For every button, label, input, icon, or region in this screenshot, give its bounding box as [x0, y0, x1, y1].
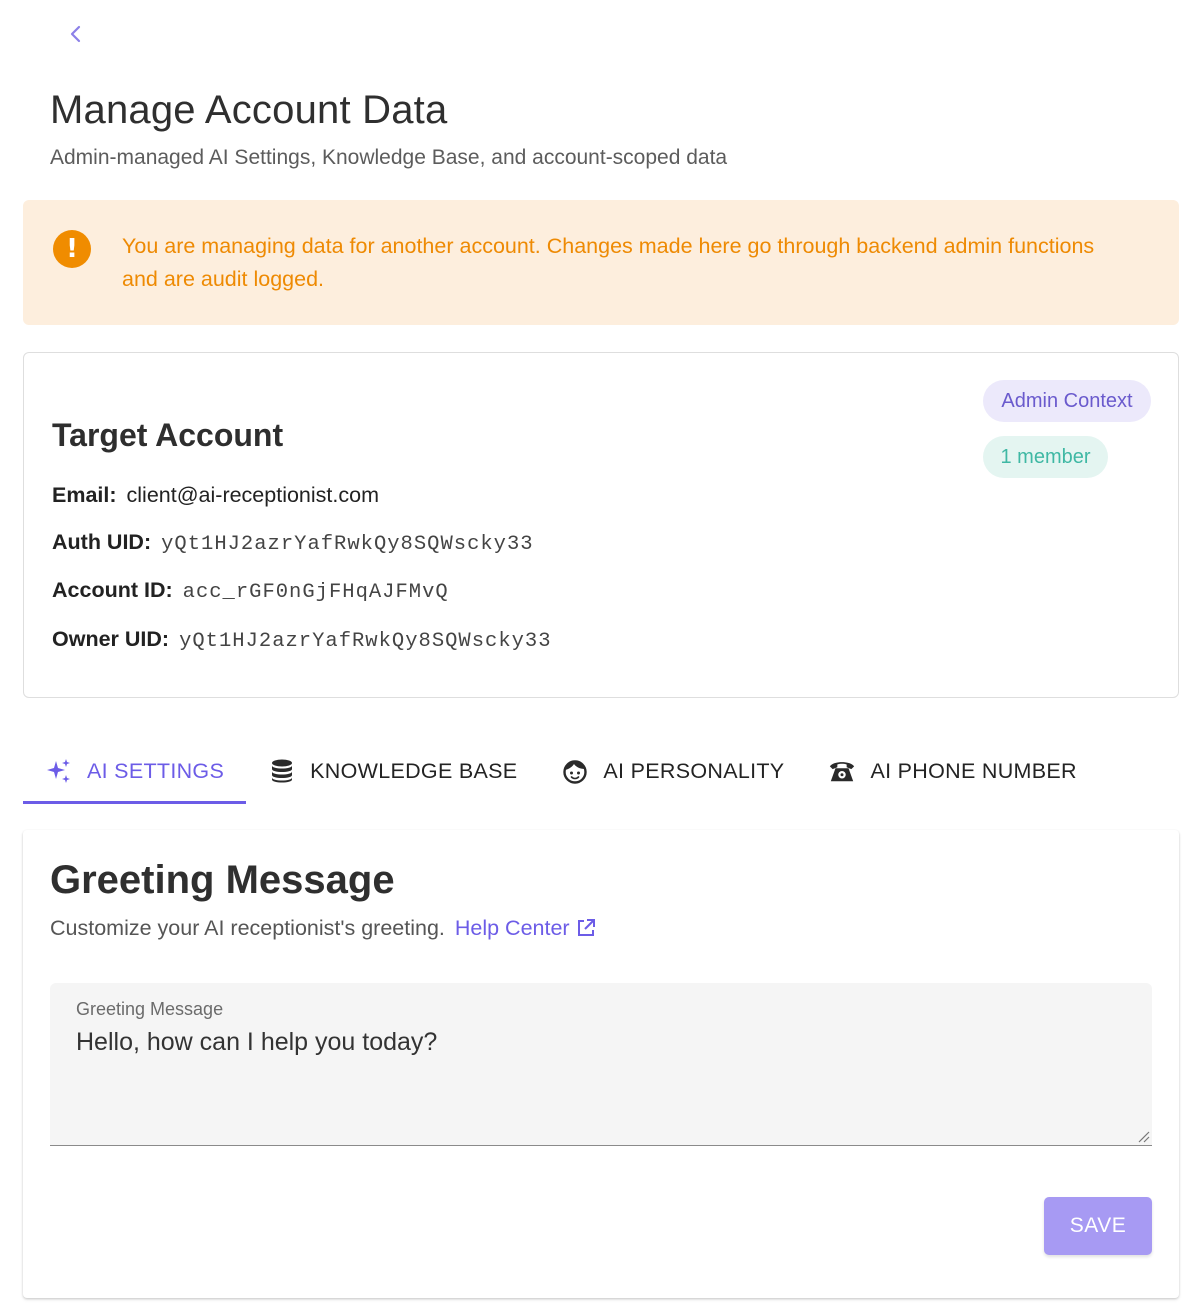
- greeting-message-field[interactable]: Greeting Message Hello, how can I help y…: [50, 983, 1152, 1146]
- tab-ai-personality[interactable]: AI PERSONALITY: [539, 738, 806, 804]
- tab-bar: AI SETTINGS KNOWLEDGE BASE AI PERSONALIT…: [23, 738, 1099, 804]
- back-button[interactable]: [64, 22, 88, 46]
- greeting-field-value: Hello, how can I help you today?: [76, 1028, 438, 1056]
- tab-label: AI SETTINGS: [87, 758, 225, 783]
- owner-uid-label: Owner UID:: [52, 627, 170, 651]
- save-button[interactable]: SAVE: [1044, 1197, 1152, 1255]
- greeting-field-label: Greeting Message: [76, 999, 224, 1019]
- face-icon: [561, 757, 589, 785]
- account-id-label: Account ID:: [52, 578, 173, 602]
- warning-icon: !: [53, 230, 91, 268]
- email-row: Email: client@ai-receptionist.com: [52, 483, 379, 508]
- alert-message: You are managing data for another accoun…: [122, 234, 1095, 291]
- database-icon: [268, 757, 296, 785]
- help-center-label: Help Center: [454, 916, 570, 940]
- member-count-chip: 1 member: [983, 436, 1108, 478]
- owner-uid-value: yQt1HJ2azrYafRwkQy8SQWscky33: [179, 630, 552, 653]
- auth-uid-row: Auth UID: yQt1HJ2azrYafRwkQy8SQWscky33: [52, 530, 534, 556]
- account-id-row: Account ID: acc_rGF0nGjFHqAJFMvQ: [52, 578, 449, 604]
- chevron-left-icon: [70, 25, 81, 43]
- page-title: Manage Account Data: [50, 88, 448, 132]
- tab-label: KNOWLEDGE BASE: [310, 758, 518, 783]
- sparkles-icon: [45, 757, 73, 785]
- section-title: Greeting Message: [50, 858, 395, 902]
- description-text: Customize your AI receptionist's greetin…: [50, 916, 445, 940]
- admin-context-chip: Admin Context: [983, 380, 1151, 422]
- auth-uid-value: yQt1HJ2azrYafRwkQy8SQWscky33: [161, 533, 534, 556]
- resize-handle-icon[interactable]: [1136, 1129, 1150, 1143]
- account-id-value: acc_rGF0nGjFHqAJFMvQ: [182, 581, 449, 604]
- auth-uid-label: Auth UID:: [52, 530, 152, 554]
- warning-alert: ! You are managing data for another acco…: [23, 200, 1179, 325]
- tab-label: AI PHONE NUMBER: [870, 758, 1077, 783]
- page-subtitle: Admin-managed AI Settings, Knowledge Bas…: [50, 146, 728, 169]
- email-value: client@ai-receptionist.com: [126, 483, 379, 507]
- phone-icon: [828, 757, 856, 785]
- tab-ai-settings[interactable]: AI SETTINGS: [23, 738, 247, 804]
- target-account-card: Admin Context 1 member Target Account Em…: [23, 352, 1179, 698]
- tab-ai-phone-number[interactable]: AI PHONE NUMBER: [806, 738, 1098, 804]
- greeting-section: Greeting Message Customize your AI recep…: [23, 830, 1179, 1298]
- owner-uid-row: Owner UID: yQt1HJ2azrYafRwkQy8SQWscky33: [52, 627, 552, 653]
- tab-knowledge-base[interactable]: KNOWLEDGE BASE: [246, 738, 539, 804]
- section-description: Customize your AI receptionist's greetin…: [50, 916, 596, 944]
- external-link-icon: [576, 918, 596, 944]
- card-title: Target Account: [52, 417, 284, 453]
- help-center-link[interactable]: Help Center: [455, 916, 596, 940]
- email-label: Email:: [52, 483, 117, 507]
- tab-label: AI PERSONALITY: [603, 758, 785, 783]
